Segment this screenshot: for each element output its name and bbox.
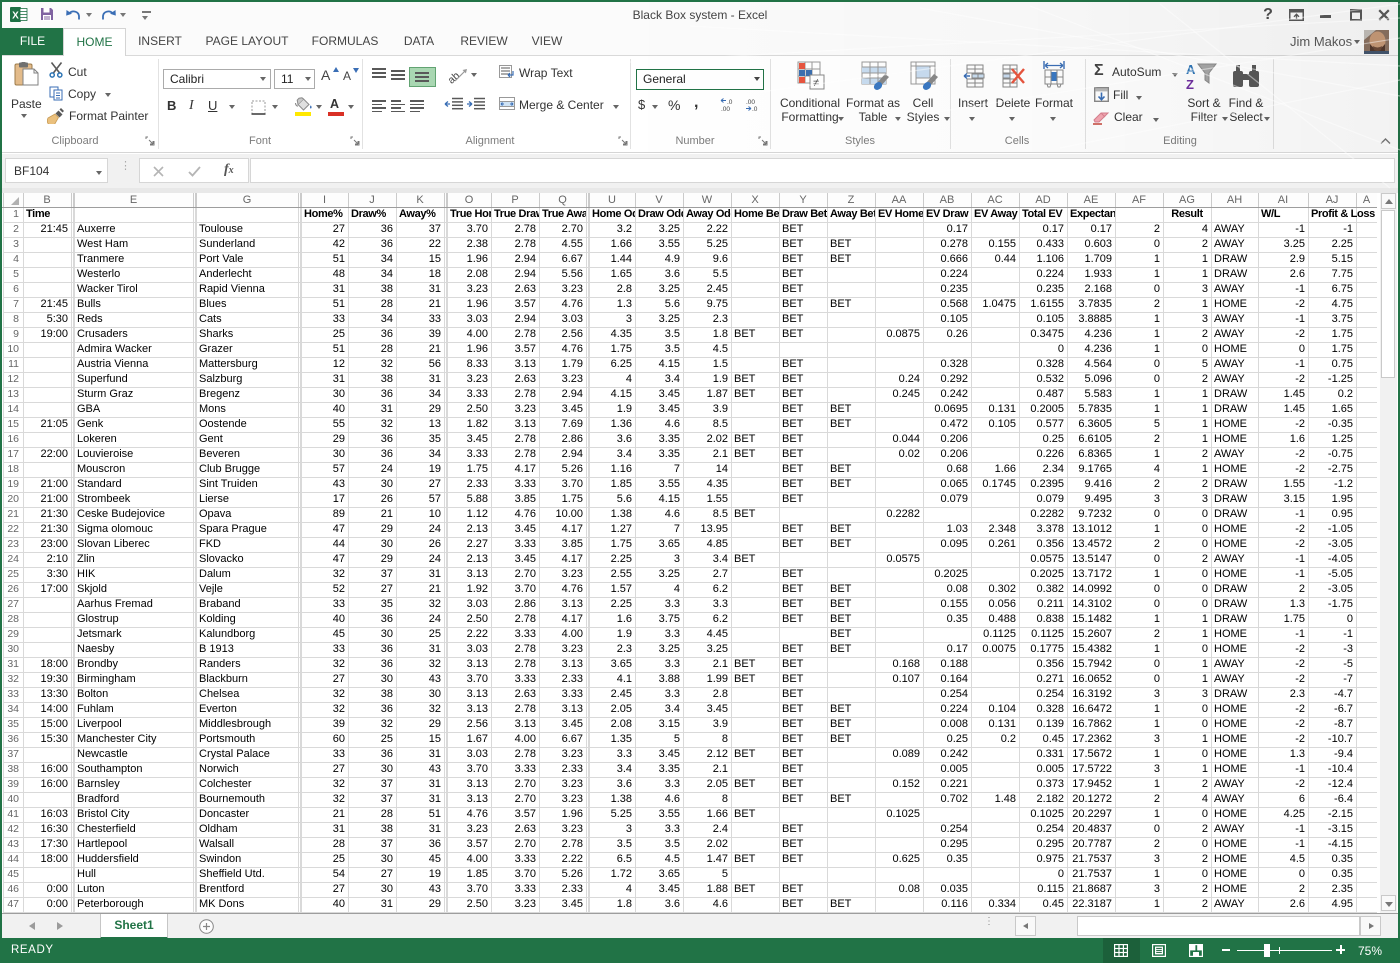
svg-text:A: A — [1186, 62, 1196, 77]
svg-text:.00: .00 — [721, 106, 730, 112]
svg-text:.0: .0 — [752, 106, 758, 112]
svg-text:.0: .0 — [727, 99, 733, 106]
svg-text:Z: Z — [1186, 77, 1194, 92]
svg-text:.00: .00 — [746, 99, 755, 106]
svg-text:≠: ≠ — [813, 77, 819, 89]
